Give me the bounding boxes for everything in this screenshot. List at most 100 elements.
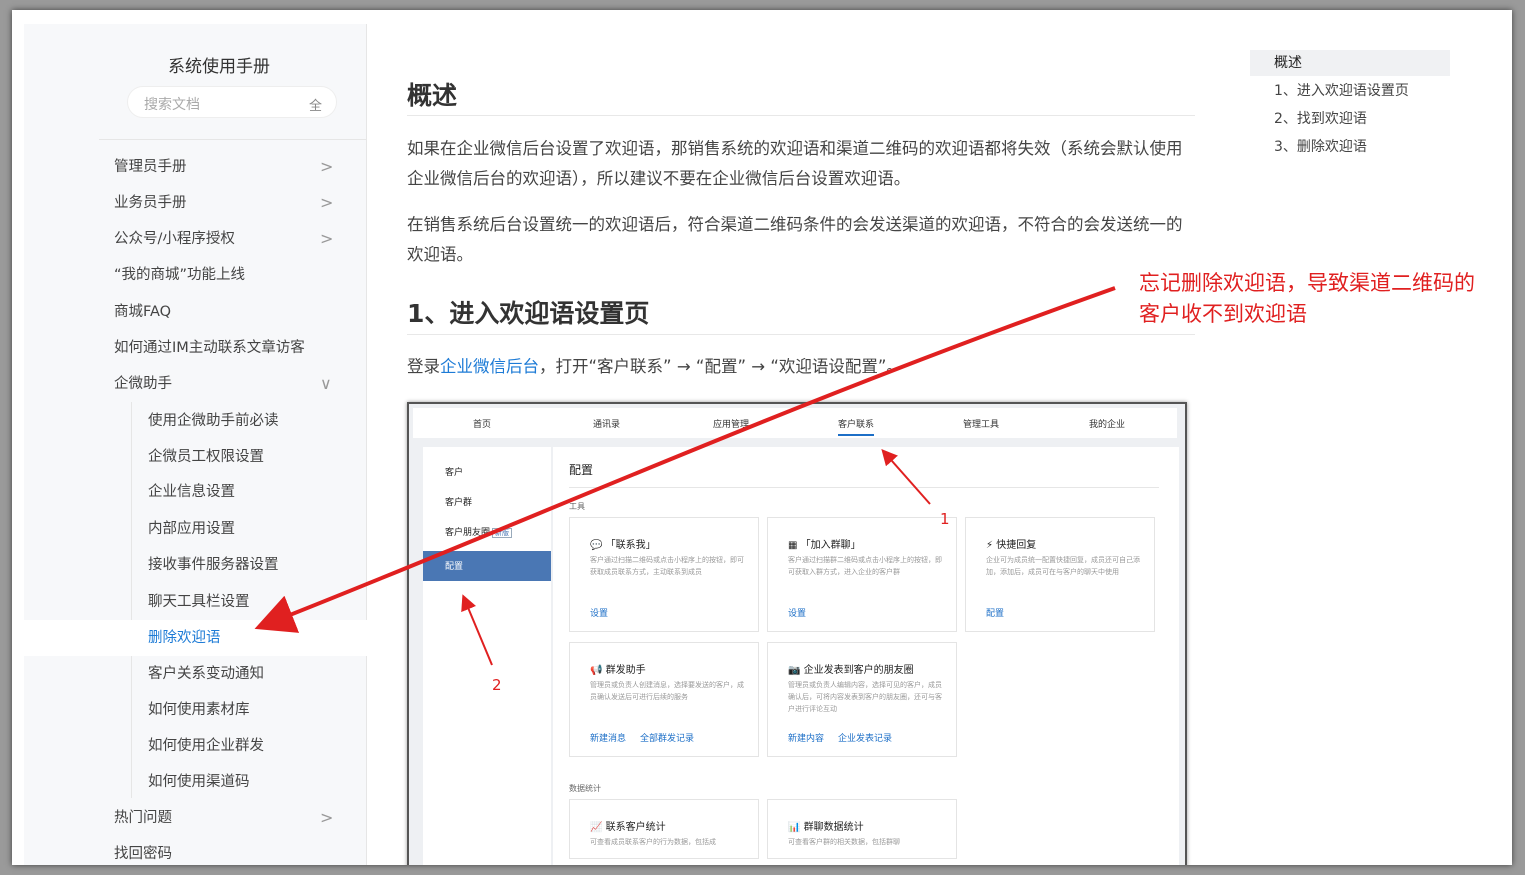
heading-divider xyxy=(407,115,1195,116)
sidebar-subitem-channel-code[interactable]: 如何使用渠道码 xyxy=(24,764,367,800)
shot-divider xyxy=(569,487,1159,488)
chevron-right-icon: > xyxy=(320,193,334,212)
camera-icon: 📷 xyxy=(788,665,801,676)
shot-left-menu: 客户 客户群 客户朋友圈 新版 配置 xyxy=(423,447,551,865)
card-title-text: 快捷回复 xyxy=(996,540,1037,551)
paragraph-1: 如果在企业微信后台设置了欢迎语，那销售系统的欢迎语和渠道二维码的欢迎语都将失效（… xyxy=(407,139,1183,188)
card-title: 📊 群聊数据统计 xyxy=(788,818,864,833)
sidebar-item-reset-password[interactable]: 找回密码 xyxy=(24,836,367,865)
card-link-all-records[interactable]: 全部群发记录 xyxy=(640,734,694,744)
annotation-label-1: 1 xyxy=(940,510,950,528)
card-link-config[interactable]: 配置 xyxy=(986,609,1004,619)
new-badge: 新版 xyxy=(492,528,513,538)
card-link-setup[interactable]: 设置 xyxy=(590,609,608,619)
sidebar-subitem-delete-welcome[interactable]: 删除欢迎语 xyxy=(24,620,367,656)
shot-tab-my-company[interactable]: 我的企业 xyxy=(1089,417,1125,430)
sidebar-item-label: 删除欢迎语 xyxy=(148,630,221,646)
megaphone-icon: 📢 xyxy=(590,665,603,676)
toc-item-overview[interactable]: 概述 xyxy=(1250,50,1450,76)
card-title: 💬 「联系我」 xyxy=(590,536,656,551)
sidebar-item-wecom-assistant[interactable]: 企微助手 ∨ xyxy=(24,366,367,402)
sidebar-item-auth[interactable]: 公众号/小程序授权 > xyxy=(24,221,367,257)
sidebar-item-label: 如何通过IM主动联系文章访客 xyxy=(114,340,305,356)
shot-tab-customer-contact[interactable]: 客户联系 xyxy=(838,417,875,436)
toc-item-step1[interactable]: 1、进入欢迎语设置页 xyxy=(1250,78,1450,104)
sidebar-item-label: 热门问题 xyxy=(114,810,172,826)
card-moments: 📷 企业发表到客户的朋友圈 管理员或负责人编辑内容，选择可见的客户，成员确认后，… xyxy=(767,642,957,757)
sidebar-subitem-mass-send[interactable]: 如何使用企业群发 xyxy=(24,728,367,764)
card-desc: 管理员或负责人编辑内容，选择可见的客户，成员确认后，可将内容发表到客户的朋友圈，… xyxy=(788,681,942,713)
card-quick-reply: ⚡ 快捷回复 企业可为成员统一配置快捷回复，成员还可自己添加，添加后，成员可在与… xyxy=(965,517,1155,632)
shot-left-config[interactable]: 配置 xyxy=(423,551,551,581)
shot-config-title: 配置 xyxy=(569,463,594,477)
card-title: 📢 群发助手 xyxy=(590,661,646,676)
sidebar-subitem-material-lib[interactable]: 如何使用素材库 xyxy=(24,692,367,728)
shot-left-customers[interactable]: 客户 xyxy=(445,465,463,478)
login-instruction: 登录企业微信后台，打开“客户联系” → “配置” → “欢迎语设配置”。 xyxy=(407,353,903,377)
sidebar-item-label: 内部应用设置 xyxy=(148,521,235,537)
wecom-admin-link[interactable]: 企业微信后台 xyxy=(440,357,539,376)
paragraph-2: 在销售系统后台设置统一的欢迎语后，符合渠道二维码条件的会发送渠道的欢迎语，不符合… xyxy=(407,215,1183,264)
card-links: 配置 xyxy=(986,606,1018,619)
sidebar-divider xyxy=(99,139,367,140)
chat-icon: 💬 xyxy=(590,540,603,551)
shot-top-nav: 首页 通讯录 应用管理 客户联系 管理工具 我的企业 xyxy=(413,408,1177,438)
shot-tab-contacts[interactable]: 通讯录 xyxy=(593,417,620,430)
shot-left-config-label: 配置 xyxy=(445,562,464,572)
card-link-setup[interactable]: 设置 xyxy=(788,609,806,619)
annotation-note: 忘记删除欢迎语，导致渠道二维码的客户收不到欢迎语 xyxy=(1139,271,1475,326)
sidebar-subitem-company-info[interactable]: 企业信息设置 xyxy=(24,474,367,510)
card-link-new-content[interactable]: 新建内容 xyxy=(788,734,824,744)
sidebar-item-label: 使用企微助手前必读 xyxy=(148,413,279,429)
sidebar-item-admin-manual[interactable]: 管理员手册 > xyxy=(24,149,367,185)
sidebar-item-hot-questions[interactable]: 热门问题 > xyxy=(24,800,367,836)
chevron-right-icon: > xyxy=(320,808,334,827)
card-desc: 管理员或负责人创建消息，选择要发送的客户，成员确认发送后可进行后续的服务 xyxy=(590,681,744,701)
card-link-publish-records[interactable]: 企业发表记录 xyxy=(838,734,892,744)
sidebar-item-label: 如何使用渠道码 xyxy=(148,774,250,790)
sidebar-item-im-contact[interactable]: 如何通过IM主动联系文章访客 xyxy=(24,330,367,366)
sidebar: 系统使用手册 搜索文档 全 管理员手册 > 业务员手册 > 公众号/小程序授权 … xyxy=(24,24,367,865)
shot-tab-tools[interactable]: 管理工具 xyxy=(963,417,999,430)
sidebar-item-label: 如何使用素材库 xyxy=(148,702,250,718)
sidebar-subitem-internal-app[interactable]: 内部应用设置 xyxy=(24,511,367,547)
card-contact-stats: 📈 联系客户统计 可查看成员联系客户的行为数据，包括成 xyxy=(569,799,759,859)
toc-label: 3、删除欢迎语 xyxy=(1274,139,1367,155)
chevron-down-icon: ∨ xyxy=(320,374,332,393)
sidebar-item-mall-faq[interactable]: 商城FAQ xyxy=(24,294,367,330)
shot-left-moments[interactable]: 客户朋友圈 新版 xyxy=(445,525,513,538)
card-title-text: 企业发表到客户的朋友圈 xyxy=(803,665,914,676)
card-group-stats: 📊 群聊数据统计 可查看客户群的相关数据，包括群聊 xyxy=(767,799,957,859)
search-scope-button[interactable]: 全 xyxy=(309,95,322,114)
sidebar-item-label: 找回密码 xyxy=(114,846,172,862)
sidebar-item-label: 企业信息设置 xyxy=(148,484,235,500)
search-input[interactable]: 搜索文档 全 xyxy=(127,86,337,118)
sidebar-item-sales-manual[interactable]: 业务员手册 > xyxy=(24,185,367,221)
lightning-icon: ⚡ xyxy=(986,540,994,551)
sidebar-item-label: “我的商城”功能上线 xyxy=(114,267,246,283)
toc-item-step2[interactable]: 2、找到欢迎语 xyxy=(1250,106,1450,132)
sidebar-item-my-mall[interactable]: “我的商城”功能上线 xyxy=(24,257,367,293)
shot-section-tools: 工具 xyxy=(569,502,585,511)
sidebar-subitem-chat-toolbar[interactable]: 聊天工具栏设置 xyxy=(24,584,367,620)
card-title-text: 群发助手 xyxy=(605,665,646,676)
login-suffix: ，打开“客户联系” → “配置” → “欢迎语设配置”。 xyxy=(539,357,903,376)
shot-tab-home[interactable]: 首页 xyxy=(473,417,491,430)
sidebar-subitem-event-server[interactable]: 接收事件服务器设置 xyxy=(24,547,367,583)
card-title: ⚡ 快捷回复 xyxy=(986,536,1036,551)
toc-item-step3[interactable]: 3、删除欢迎语 xyxy=(1250,134,1450,160)
card-links: 设置 xyxy=(590,606,622,619)
line-chart-icon: 📈 xyxy=(590,822,603,833)
sidebar-item-label: 客户关系变动通知 xyxy=(148,666,264,682)
sidebar-subitem-permissions[interactable]: 企微员工权限设置 xyxy=(24,439,367,475)
sidebar-subitem-prereq[interactable]: 使用企微助手前必读 xyxy=(24,403,367,439)
site-title: 系统使用手册 xyxy=(168,57,270,77)
card-title: 📷 企业发表到客户的朋友圈 xyxy=(788,661,914,676)
heading-divider xyxy=(407,334,1195,335)
sidebar-subitem-relation-change[interactable]: 客户关系变动通知 xyxy=(24,656,367,692)
shot-left-groups[interactable]: 客户群 xyxy=(445,495,472,508)
shot-tab-apps[interactable]: 应用管理 xyxy=(713,417,749,430)
sidebar-item-label: 业务员手册 xyxy=(114,195,187,211)
qr-code-icon: ▦ xyxy=(788,540,798,551)
card-link-new-message[interactable]: 新建消息 xyxy=(590,734,626,744)
